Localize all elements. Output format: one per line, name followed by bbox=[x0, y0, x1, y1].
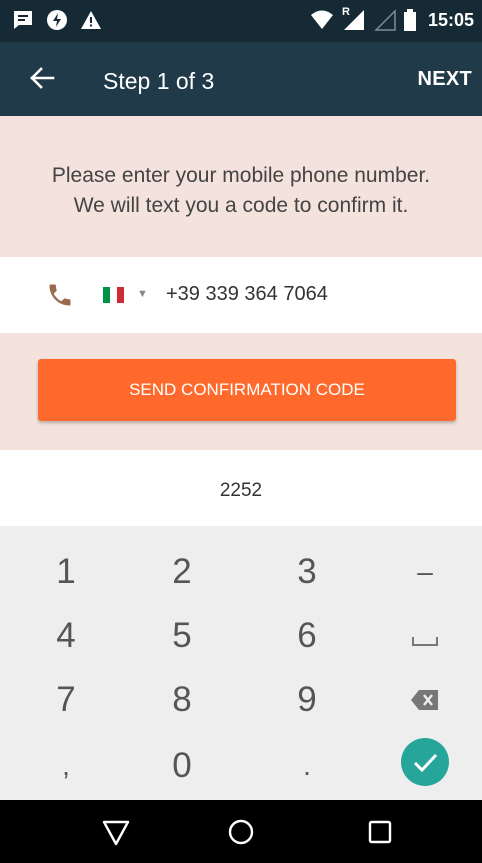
key-2[interactable]: 2 bbox=[134, 542, 230, 602]
country-flag-italy[interactable] bbox=[103, 287, 124, 303]
status-time: 15:05 bbox=[427, 9, 474, 30]
key-1[interactable]: 1 bbox=[18, 542, 114, 602]
signal-roaming-icon: R bbox=[341, 6, 366, 31]
instructions-line-1: Please enter your mobile phone number. bbox=[51, 164, 431, 187]
checkmark-icon bbox=[401, 738, 449, 786]
flag-stripe-white bbox=[110, 287, 117, 303]
nav-recents-icon[interactable] bbox=[364, 816, 396, 848]
flag-stripe-red bbox=[117, 287, 124, 303]
instructions-panel: Please enter your mobile phone number. W… bbox=[0, 116, 482, 257]
send-confirmation-code-button[interactable]: SEND CONFIRMATION CODE bbox=[38, 359, 456, 421]
data-saver-icon bbox=[47, 10, 67, 30]
warning-icon bbox=[81, 11, 101, 29]
roaming-indicator: R bbox=[341, 6, 350, 18]
phone-icon bbox=[49, 284, 71, 306]
key-confirm[interactable] bbox=[377, 732, 473, 792]
wifi-icon bbox=[310, 10, 333, 29]
key-3[interactable]: 3 bbox=[259, 542, 355, 602]
key-comma[interactable]: , bbox=[18, 736, 114, 796]
country-dropdown-icon[interactable]: ▼ bbox=[137, 288, 148, 300]
numeric-keypad: 1 2 3 – 4 5 6 7 8 9 , 0 . bbox=[0, 526, 482, 800]
phone-number-row: ▼ +39 339 364 7064 bbox=[0, 257, 482, 333]
key-8[interactable]: 8 bbox=[134, 670, 230, 730]
page-title: Step 1 of 3 bbox=[103, 68, 215, 94]
send-code-panel: SEND CONFIRMATION CODE bbox=[0, 333, 482, 450]
phone-number-input[interactable]: +39 339 364 7064 bbox=[166, 283, 328, 306]
key-4[interactable]: 4 bbox=[18, 606, 114, 666]
system-navigation-bar bbox=[0, 800, 482, 863]
key-0[interactable]: 0 bbox=[134, 736, 230, 796]
backspace-icon bbox=[411, 690, 438, 710]
instructions-text: Please enter your mobile phone number. W… bbox=[0, 161, 482, 221]
status-bar: R 15:05 bbox=[0, 0, 482, 42]
battery-icon bbox=[403, 9, 416, 31]
space-bar-icon bbox=[412, 637, 438, 646]
flag-stripe-green bbox=[103, 287, 110, 303]
key-period[interactable]: . bbox=[259, 736, 355, 796]
code-row: 2252 bbox=[0, 450, 482, 527]
key-6[interactable]: 6 bbox=[259, 606, 355, 666]
key-space[interactable] bbox=[377, 606, 473, 666]
key-minus[interactable]: – bbox=[377, 542, 473, 602]
nav-home-icon[interactable] bbox=[225, 816, 257, 848]
back-arrow-icon[interactable] bbox=[28, 64, 56, 92]
key-9[interactable]: 9 bbox=[259, 670, 355, 730]
signal-empty-icon bbox=[374, 9, 396, 31]
key-5[interactable]: 5 bbox=[134, 606, 230, 666]
app-bar: Step 1 of 3 NEXT bbox=[0, 42, 482, 116]
nav-back-icon[interactable] bbox=[100, 816, 132, 848]
instructions-line-2: We will text you a code to confirm it. bbox=[73, 194, 409, 217]
confirmation-code-field[interactable]: 2252 bbox=[0, 480, 482, 502]
next-button[interactable]: NEXT bbox=[417, 68, 472, 91]
key-7[interactable]: 7 bbox=[18, 670, 114, 730]
key-backspace[interactable] bbox=[377, 670, 473, 730]
message-notification-icon bbox=[14, 11, 32, 29]
